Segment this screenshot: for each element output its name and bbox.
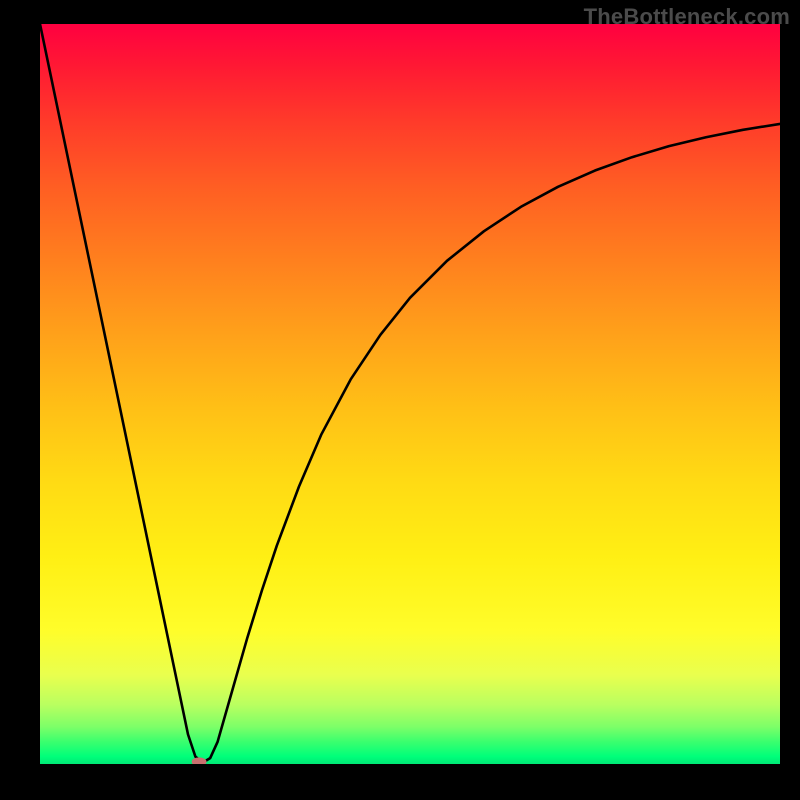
bottleneck-curve: [40, 24, 780, 763]
marker-dot: [192, 757, 207, 764]
chart-frame: TheBottleneck.com: [0, 0, 800, 800]
plot-area: [40, 24, 780, 764]
chart-svg: [40, 24, 780, 764]
watermark-text: TheBottleneck.com: [584, 4, 790, 30]
